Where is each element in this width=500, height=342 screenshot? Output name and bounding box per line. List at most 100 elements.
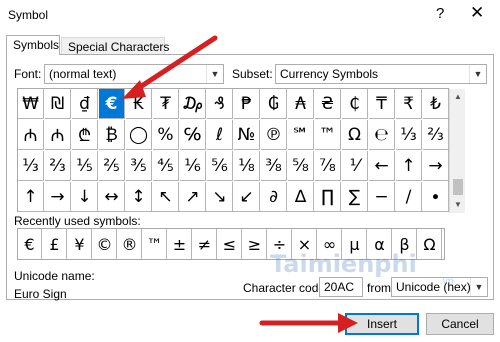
- symbol-cell[interactable]: →: [45, 182, 71, 212]
- symbol-cell[interactable]: ↗: [180, 182, 206, 212]
- symbol-cell[interactable]: ₰: [207, 89, 233, 119]
- symbol-cell[interactable]: ₫: [72, 89, 98, 119]
- recent-symbol-cell[interactable]: ±: [168, 229, 192, 259]
- symbol-cell[interactable]: ₹: [396, 89, 422, 119]
- symbol-cell[interactable]: ⅖: [99, 151, 125, 181]
- watermark-suffix: .vn: [440, 276, 454, 287]
- insert-button[interactable]: Insert: [345, 313, 419, 335]
- symbol-cell[interactable]: ₩: [18, 89, 44, 119]
- recent-symbol-cell[interactable]: ≤: [218, 229, 242, 259]
- symbol-cell[interactable]: ↑: [396, 151, 422, 181]
- symbol-cell[interactable]: ℗: [261, 120, 287, 150]
- recent-symbol-cell[interactable]: €: [18, 229, 42, 259]
- cancel-button[interactable]: Cancel: [426, 313, 494, 335]
- recent-symbol-cell[interactable]: ¥: [68, 229, 92, 259]
- symbol-cell[interactable]: ™: [315, 120, 341, 150]
- symbol-cell[interactable]: ↕: [126, 182, 152, 212]
- symbol-cell[interactable]: №: [234, 120, 260, 150]
- symbol-cell[interactable]: ⅟: [342, 151, 368, 181]
- from-select-value: Unicode (hex): [396, 280, 471, 294]
- symbol-cell[interactable]: ₼: [45, 120, 71, 150]
- scroll-down-icon[interactable]: ▼: [450, 197, 466, 213]
- symbol-cell[interactable]: ⅝: [288, 151, 314, 181]
- symbol-cell[interactable]: %: [153, 120, 179, 150]
- symbol-cell[interactable]: ◯: [126, 120, 152, 150]
- symbol-cell[interactable]: ⅚: [207, 151, 233, 181]
- font-select[interactable]: (normal text) ▼: [44, 64, 224, 84]
- symbol-cell[interactable]: ⅞: [315, 151, 341, 181]
- title-bar: Symbol ? ✕: [0, 0, 500, 30]
- symbol-cell[interactable]: ℓ: [207, 120, 233, 150]
- symbol-cell[interactable]: ₲: [261, 89, 287, 119]
- symbol-cell[interactable]: ₼: [18, 120, 44, 150]
- scroll-thumb[interactable]: [453, 179, 463, 195]
- recent-symbol-cell[interactable]: ™: [143, 229, 167, 259]
- recent-symbol-cell[interactable]: ©: [93, 229, 117, 259]
- symbol-cell[interactable]: ℮: [369, 120, 395, 150]
- symbol-cell[interactable]: ⅜: [261, 151, 287, 181]
- symbol-cell[interactable]: ₮: [153, 89, 179, 119]
- symbol-dialog: Symbol ? ✕ Symbols Special Characters Fo…: [0, 0, 500, 342]
- symbol-cell[interactable]: ∙: [423, 182, 449, 212]
- symbol-cell[interactable]: ↔: [99, 182, 125, 212]
- symbol-cell[interactable]: ↙: [234, 182, 260, 212]
- symbol-cell[interactable]: ↘: [207, 182, 233, 212]
- symbol-cell[interactable]: ⅘: [153, 151, 179, 181]
- subset-select-value: Currency Symbols: [280, 67, 379, 81]
- symbol-cell[interactable]: ∂: [261, 182, 287, 212]
- symbols-panel: Font: (normal text) ▼ Subset: Currency S…: [6, 54, 494, 301]
- symbol-cell[interactable]: ⅔: [423, 120, 449, 150]
- symbol-cell[interactable]: ∏: [315, 182, 341, 212]
- symbol-cell[interactable]: ⅙: [180, 151, 206, 181]
- symbol-cell[interactable]: ₿: [99, 120, 125, 150]
- scroll-up-icon[interactable]: ▲: [450, 89, 466, 105]
- symbol-cell[interactable]: ₴: [315, 89, 341, 119]
- symbol-cell[interactable]: ₯: [180, 89, 206, 119]
- help-button[interactable]: ?: [436, 5, 444, 22]
- recent-symbol-cell[interactable]: ≥: [243, 229, 267, 259]
- symbol-cell[interactable]: →: [423, 151, 449, 181]
- symbol-cell[interactable]: ⅓: [396, 120, 422, 150]
- recent-symbol-cell[interactable]: ≠: [193, 229, 217, 259]
- symbol-cell[interactable]: ⅛: [234, 151, 260, 181]
- symbol-cell[interactable]: ⅕: [72, 151, 98, 181]
- symbol-cell[interactable]: −: [369, 182, 395, 212]
- symbol-cell[interactable]: Ω: [342, 120, 368, 150]
- recent-symbol-cell[interactable]: ®: [118, 229, 142, 259]
- recent-label: Recently used symbols:: [14, 214, 141, 228]
- symbol-cell[interactable]: ₱: [234, 89, 260, 119]
- symbol-cell[interactable]: ℠: [288, 120, 314, 150]
- symbol-cell[interactable]: ₾: [72, 120, 98, 150]
- recent-symbol-cell[interactable]: £: [43, 229, 67, 259]
- symbol-cell[interactable]: ₵: [342, 89, 368, 119]
- symbol-grid-scrollbar[interactable]: ▲ ▼: [449, 89, 465, 213]
- character-code-input[interactable]: 20AC: [319, 277, 363, 297]
- symbol-cell[interactable]: ⅗: [126, 151, 152, 181]
- unicode-name-label: Unicode name:: [14, 269, 95, 283]
- symbol-cell[interactable]: ∆: [288, 182, 314, 212]
- symbol-cell[interactable]: ₺: [423, 89, 449, 119]
- watermark-logo: Taimienphi: [270, 250, 417, 278]
- subset-select[interactable]: Currency Symbols ▼: [275, 64, 487, 84]
- symbol-cell[interactable]: ↑: [18, 182, 44, 212]
- tab-special-characters[interactable]: Special Characters: [61, 37, 169, 55]
- tab-symbols[interactable]: Symbols: [6, 35, 60, 55]
- symbol-cell[interactable]: ↓: [72, 182, 98, 212]
- symbol-cell[interactable]: ↖: [153, 182, 179, 212]
- symbol-cell[interactable]: ⅓: [18, 151, 44, 181]
- symbol-cell[interactable]: ←: [369, 151, 395, 181]
- symbol-cell[interactable]: ₳: [288, 89, 314, 119]
- symbol-cell[interactable]: €: [99, 89, 125, 119]
- character-code-label: Character code:: [243, 281, 329, 295]
- symbol-cell[interactable]: ₸: [369, 89, 395, 119]
- symbol-cell[interactable]: ⅔: [45, 151, 71, 181]
- symbol-cell[interactable]: ∕: [396, 182, 422, 212]
- symbol-cell[interactable]: ₪: [45, 89, 71, 119]
- symbol-cell[interactable]: ∑: [342, 182, 368, 212]
- close-button[interactable]: ✕: [470, 3, 484, 23]
- symbol-cell[interactable]: ℅: [180, 120, 206, 150]
- recent-symbol-cell[interactable]: Ω: [418, 229, 442, 259]
- unicode-name-value: Euro Sign: [14, 287, 67, 301]
- symbol-cell[interactable]: ₭: [126, 89, 152, 119]
- chevron-down-icon: ▼: [469, 65, 486, 83]
